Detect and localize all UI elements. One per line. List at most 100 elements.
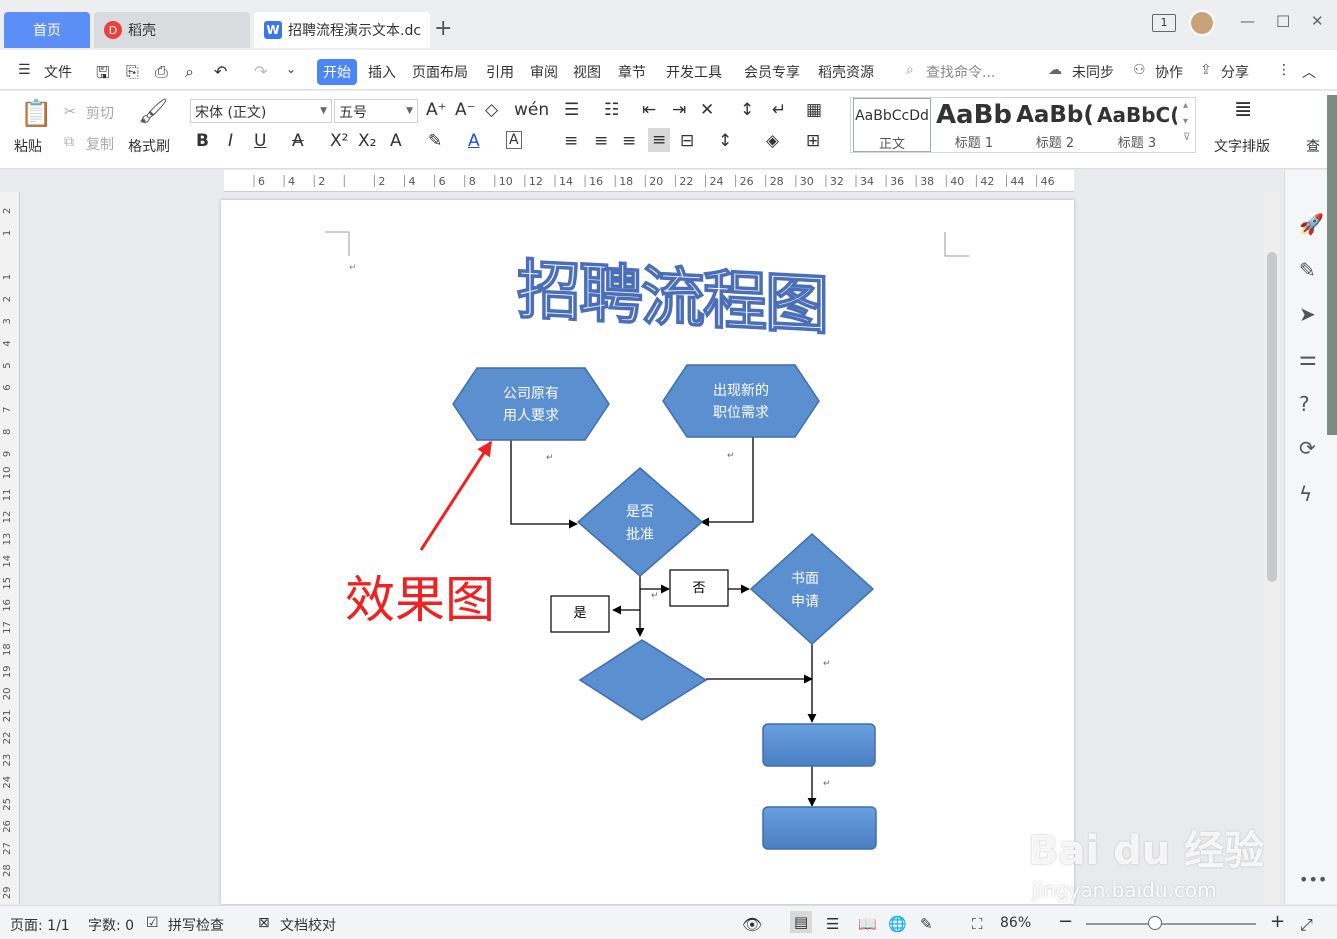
bullets-icon[interactable]: ☰ (564, 100, 579, 120)
scrollbar-thumb[interactable] (1267, 252, 1277, 582)
page-count[interactable]: 页面: 1/1 (10, 915, 70, 935)
menu-file[interactable]: 文件 (44, 62, 72, 82)
close-button[interactable]: ✕ (1311, 12, 1324, 30)
eye-icon[interactable]: 👁 (742, 915, 762, 934)
copy-icon[interactable]: ⧉ (64, 134, 74, 150)
cut-icon[interactable]: ✂ (64, 104, 76, 120)
undo-icon[interactable]: ↶ (214, 62, 227, 81)
style-heading1[interactable]: AaBb 标题 1 (935, 98, 1013, 152)
fullscreen-icon[interactable]: ⤢ (1300, 915, 1313, 935)
menu-chapter[interactable]: 章节 (618, 62, 646, 82)
paste-icon[interactable]: 📋 (20, 99, 52, 129)
cut-button[interactable]: 剪切 (86, 103, 114, 123)
print-preview-icon[interactable]: ⌕ (185, 62, 194, 82)
style-scroll-down-icon[interactable]: ▾ (1183, 116, 1188, 127)
sync-status[interactable]: 未同步 (1072, 62, 1114, 82)
line-spacing-icon[interactable]: ↕ (718, 131, 732, 151)
outline-view-icon[interactable]: ☰ (826, 915, 839, 933)
window-count-icon[interactable]: 1 (1152, 14, 1176, 32)
align-right-icon[interactable]: ≡ (622, 131, 636, 151)
superscript-icon[interactable]: X² (330, 131, 348, 151)
wordart-title[interactable]: 招聘流程图 (516, 253, 827, 345)
horizontal-ruler[interactable]: 6 4 2 2 4 6 8 10 12 14 16 18 20 22 24 26 28 30 32 34 36 38 40 4… (224, 170, 1074, 192)
backup-icon[interactable]: ⟳ (1299, 436, 1316, 460)
diamond-written-application[interactable]: 书面 申请 (749, 532, 875, 646)
grow-font-icon[interactable]: A⁺ (426, 100, 447, 120)
style-scroll-up-icon[interactable]: ▴ (1183, 100, 1188, 111)
style-heading2[interactable]: AaBb(标题 2 (1015, 98, 1095, 152)
clear-format-icon[interactable]: ◇ (485, 100, 498, 120)
word-count[interactable]: 字数: 0 (88, 915, 134, 935)
text-effect-icon[interactable]: A (390, 131, 402, 151)
spell-check-button[interactable]: 拼写检查 (168, 915, 224, 935)
zoom-level[interactable]: 86% (1000, 915, 1031, 931)
zoom-out-icon[interactable]: − (1058, 911, 1073, 932)
zoom-in-icon[interactable]: + (1270, 911, 1285, 932)
diamond-empty[interactable] (578, 639, 708, 721)
align-left-icon[interactable]: ≡ (564, 131, 578, 151)
rocket-icon[interactable]: 🚀 (1299, 212, 1324, 236)
font-color-icon[interactable]: A (468, 131, 480, 151)
chinese-layout-icon[interactable]: ✕ (700, 100, 714, 120)
document-page[interactable]: ↵ 招聘流程图 公司原有 用人要求 出现新的 职位需求 是否 批准 否 是 书面… (221, 200, 1074, 904)
rounded-rect-1[interactable] (762, 723, 876, 767)
lightning-icon[interactable]: ϟ (1299, 482, 1312, 506)
font-size-select[interactable]: 五号 ▼ (334, 99, 418, 123)
decrease-indent-icon[interactable]: ⇤ (642, 100, 656, 120)
bold-icon[interactable]: B (196, 131, 209, 151)
sort-icon[interactable]: ↕ (740, 100, 754, 120)
italic-icon[interactable]: I (228, 131, 233, 151)
highlight-icon[interactable]: ✎ (428, 131, 442, 151)
shading-icon[interactable]: ◈ (766, 131, 779, 151)
quick-access-more-icon[interactable]: ⌄ (286, 62, 296, 76)
menu-references[interactable]: 引用 (486, 62, 514, 82)
vertical-ruler[interactable]: 2 1 1 2 3 4 5 6 7 8 9 10 11 12 13 14 15 16 17 18 19 20 21 22 23 2… (0, 192, 20, 904)
show-marks-icon[interactable]: ↵ (772, 100, 786, 120)
borders-icon[interactable]: ⊞ (806, 131, 820, 151)
more-icon[interactable]: ⋮ (1277, 62, 1291, 78)
char-border-icon[interactable]: A (506, 131, 522, 149)
phonetic-guide-icon[interactable]: wén (514, 100, 549, 120)
table-layout-icon[interactable]: ▦ (806, 100, 822, 120)
find-button[interactable]: 查 (1306, 136, 1320, 156)
distribute-icon[interactable]: ⊟ (680, 131, 694, 151)
style-more-icon[interactable]: ⊽ (1183, 132, 1190, 143)
menu-page-layout[interactable]: 页面布局 (412, 62, 468, 82)
numbering-icon[interactable]: ☷ (604, 100, 619, 120)
maximize-button[interactable]: ☐ (1276, 12, 1290, 31)
subscript-icon[interactable]: X₂ (358, 131, 376, 151)
page-view-icon[interactable]: ▤ (790, 911, 813, 933)
tab-document[interactable]: W 招聘流程演示文本.dc (254, 12, 430, 48)
menu-start[interactable]: 开始 (317, 59, 357, 85)
reading-view-icon[interactable]: 📖 (858, 915, 877, 933)
zoom-slider-handle[interactable] (1148, 916, 1162, 930)
web-view-icon[interactable]: 🌐 (888, 915, 907, 933)
format-painter-button[interactable]: 格式刷 (128, 136, 170, 156)
save-icon[interactable]: 🖫 (96, 62, 110, 89)
yes-box[interactable]: 是 (550, 595, 610, 633)
font-family-select[interactable]: 宋体 (正文) ▼ (190, 99, 332, 123)
menu-view[interactable]: 视图 (573, 62, 601, 82)
hexagon-company-requirements[interactable]: 公司原有 用人要求 (452, 367, 610, 441)
tab-home[interactable]: 首页 (4, 12, 90, 48)
menu-daoke-resources[interactable]: 稻壳资源 (818, 62, 874, 82)
menu-member[interactable]: 会员专享 (744, 62, 800, 82)
shrink-font-icon[interactable]: A⁻ (455, 100, 476, 120)
strikethrough-icon[interactable]: A (292, 131, 304, 151)
export-pdf-icon[interactable]: ⎘ (126, 62, 139, 82)
tab-daoke[interactable]: D 稻壳 (94, 12, 250, 48)
proofread-button[interactable]: 文档校对 (280, 915, 336, 935)
text-layout-button[interactable]: 文字排版 (1214, 136, 1270, 156)
user-avatar[interactable] (1189, 10, 1215, 36)
menu-review[interactable]: 审阅 (530, 62, 558, 82)
rounded-rect-2[interactable] (762, 806, 877, 850)
text-layout-icon[interactable]: ≣ (1234, 97, 1252, 122)
fit-page-icon[interactable]: ⛶ (972, 915, 983, 933)
hexagon-new-position[interactable]: 出现新的 职位需求 (662, 364, 820, 438)
vertical-scrollbar[interactable] (1264, 192, 1280, 904)
align-center-icon[interactable]: ≡ (594, 131, 608, 151)
write-view-icon[interactable]: ✎ (920, 915, 933, 933)
menu-developer[interactable]: 开发工具 (666, 62, 722, 82)
no-box[interactable]: 否 (669, 569, 729, 607)
redo-icon[interactable]: ↷ (254, 62, 267, 81)
